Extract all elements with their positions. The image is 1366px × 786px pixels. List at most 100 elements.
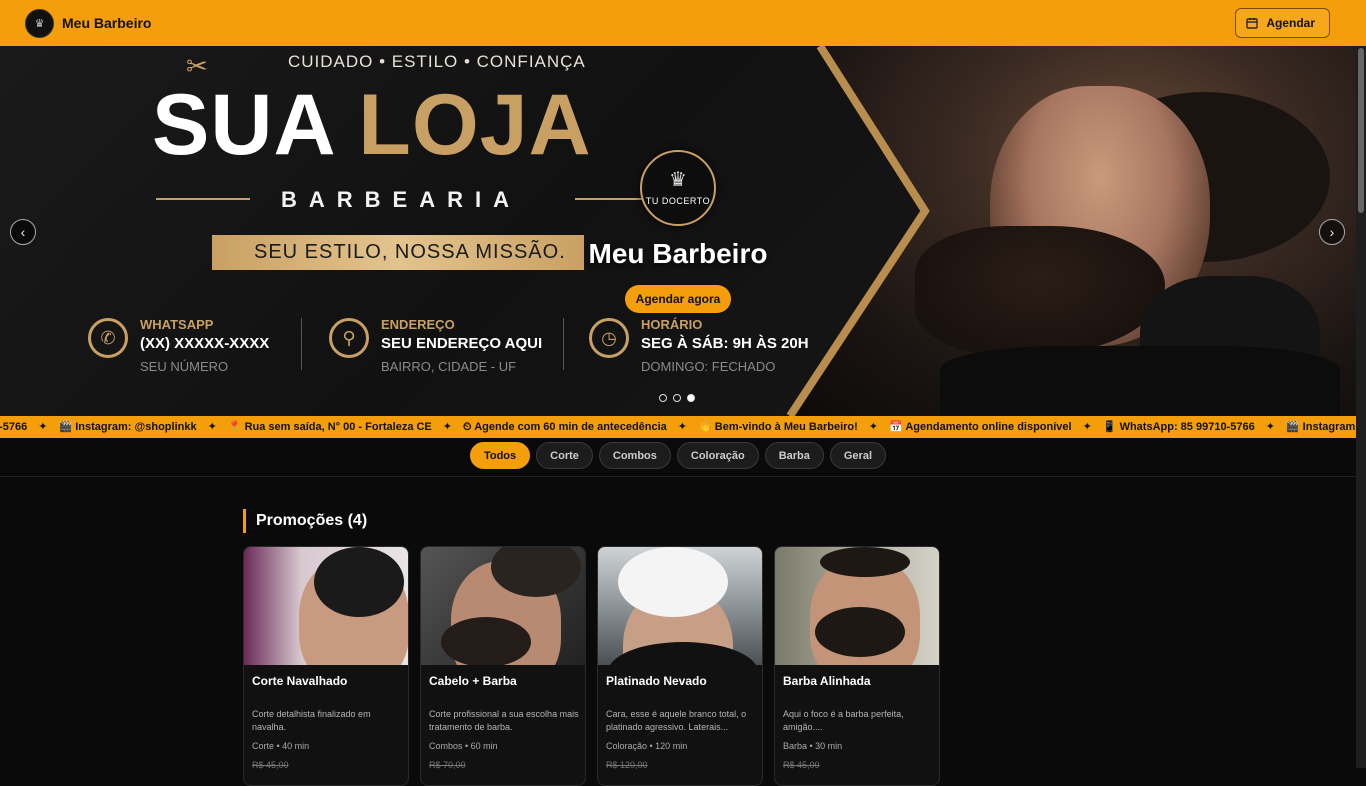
promotion-cards: Corte Navalhado Corte detalhista finaliz… — [243, 546, 940, 786]
info-divider — [563, 318, 564, 370]
promo-card[interactable]: Cabelo + Barba Corte profissional a sua … — [420, 546, 586, 786]
card-image — [244, 547, 408, 665]
card-meta: Corte • 40 min — [252, 741, 310, 751]
hero-mission: SEU ESTILO, NOSSA MISSÃO. — [212, 235, 584, 270]
ticker-separator: ✦ — [442, 421, 452, 433]
chevron-right-icon: › — [1329, 224, 1335, 240]
info-note: SEU NÚMERO — [140, 359, 229, 374]
card-description: Cara, esse é aquele branco total, o plat… — [606, 709, 747, 732]
ticker-separator: ✦ — [677, 421, 688, 433]
agendar-agora-button[interactable]: Agendar agora — [625, 285, 731, 313]
ticker-separator: ✦ — [38, 421, 48, 433]
ticker-track: 0-5766 ✦ 🎬 Instagram: @shoplinkk ✦ 📍 Rua sem… — [0, 416, 1356, 438]
barber-crown-logo[interactable]: ♛ — [25, 8, 54, 38]
info-value: SEG À SÁB: 9H ÀS 20H — [641, 335, 809, 352]
divider-line — [575, 198, 645, 200]
card-image — [775, 547, 939, 665]
card-price: R$ 70,00 — [429, 760, 466, 770]
ticker-item: 🎬 Instagram: @shopl — [1285, 421, 1356, 433]
card-meta: Combos • 60 min — [429, 741, 498, 751]
chevron-left-icon: ‹ — [20, 224, 26, 240]
clock-icon: ◷ — [589, 318, 629, 358]
ticker-separator: ✦ — [1082, 421, 1092, 433]
hero-title-part1: SUA — [152, 77, 334, 173]
card-hair — [618, 547, 728, 617]
filter-chip-coloração[interactable]: Coloração — [676, 442, 759, 469]
carousel-dots — [659, 394, 695, 402]
carousel-dot-active[interactable] — [687, 394, 695, 402]
ticker-item: 0-5766 — [0, 421, 28, 433]
card-image — [598, 547, 762, 665]
page-scrollbar[interactable] — [1356, 46, 1366, 768]
card-title: Cabelo + Barba — [429, 674, 517, 688]
hero-shop-name: Meu Barbeiro — [588, 238, 768, 269]
info-label: WHATSAPP — [140, 317, 214, 332]
brand-name: Meu Barbeiro — [62, 15, 152, 31]
filter-chip-todos[interactable]: Todos — [469, 442, 531, 469]
location-pin-icon: ⚲ — [329, 318, 369, 358]
card-description: Corte detalhista finalizado em navalha. — [252, 709, 371, 732]
card-title: Barba Alinhada — [783, 674, 871, 688]
card-hair — [820, 547, 910, 577]
promo-card[interactable]: Corte Navalhado Corte detalhista finaliz… — [243, 546, 409, 786]
hero-big-title: SUA LOJA — [152, 82, 592, 168]
card-price: R$ 45,00 — [252, 760, 289, 770]
agendar-button[interactable]: Agendar — [1235, 8, 1330, 38]
ticker-separator: ✦ — [1265, 421, 1275, 433]
agendar-label: Agendar — [1266, 16, 1315, 30]
hero-carousel: ✂ CUIDADO • ESTILO • CONFIANÇA SUA LOJA … — [0, 46, 1356, 416]
card-description: Corte profissional a sua escolha mais tr… — [429, 709, 579, 732]
ticker-item: 🎬 Instagram: @shoplinkk — [58, 421, 197, 433]
category-filters: Todos Corte Combos Coloração Barba Geral — [0, 442, 1356, 470]
ticker-item: 👋 Bem-vindo à Meu Barbeiro! — [698, 421, 858, 433]
ticker-item: 📅 Agendamento online disponível — [889, 421, 1072, 433]
shop-logo-name: TU DOCERTO — [645, 196, 711, 206]
promo-card[interactable]: Platinado Nevado Cara, esse é aquele bra… — [597, 546, 763, 786]
card-beard — [815, 607, 905, 657]
ticker-item: ⏲ Agende com 60 min de antecedência — [463, 421, 667, 433]
card-description: Aqui o foco é a barba perfeita, amigão..… — [783, 709, 904, 732]
phone-icon: ✆ — [88, 318, 128, 358]
carousel-dot[interactable] — [673, 394, 681, 402]
promo-card[interactable]: Barba Alinhada Aqui o foco é a barba per… — [774, 546, 940, 786]
calendar-icon — [1246, 18, 1258, 29]
carousel-next-button[interactable]: › — [1319, 219, 1345, 245]
card-meta: Barba • 30 min — [783, 741, 843, 751]
filter-chip-corte[interactable]: Corte — [536, 442, 593, 469]
promotions-title: Promoções (4) — [243, 509, 367, 533]
card-title: Corte Navalhado — [252, 674, 348, 688]
photo-cape — [940, 346, 1340, 416]
hero-tagline: CUIDADO • ESTILO • CONFIANÇA — [288, 52, 586, 71]
shop-logo: ♛ TU DOCERTO — [640, 150, 716, 226]
info-value: SEU ENDEREÇO AQUI — [381, 335, 543, 352]
filter-chip-barba[interactable]: Barba — [764, 442, 824, 469]
card-hair — [314, 547, 404, 617]
card-meta: Coloração • 120 min — [606, 741, 688, 751]
top-header: ♛ Meu Barbeiro Agendar — [0, 0, 1366, 46]
card-image — [421, 547, 585, 665]
info-note: DOMINGO: FECHADO — [641, 359, 776, 374]
info-label: HORÁRIO — [641, 317, 703, 332]
ticker-separator: ✦ — [868, 421, 879, 433]
ticker-item: 📍 Rua sem saída, N° 00 - Fortaleza CE — [227, 421, 432, 433]
info-value: (XX) XXXXX-XXXX — [140, 335, 270, 352]
divider — [0, 476, 1356, 477]
filter-chip-combos[interactable]: Combos — [598, 442, 671, 469]
scrollbar-thumb[interactable] — [1358, 48, 1364, 213]
card-title: Platinado Nevado — [606, 674, 707, 688]
carousel-dot[interactable] — [659, 394, 667, 402]
hero-title-part2: LOJA — [358, 77, 592, 173]
carousel-prev-button[interactable]: ‹ — [10, 219, 36, 245]
ticker-item: 📱 WhatsApp: 85 99710-5766 — [1102, 421, 1255, 433]
divider-line — [156, 198, 250, 200]
card-price: R$ 120,00 — [606, 760, 648, 770]
info-note: BAIRRO, CIDADE - UF — [381, 359, 517, 374]
hero-subtitle: BARBEARIA — [281, 187, 521, 212]
card-beard — [441, 617, 531, 665]
announcement-ticker: 0-5766 ✦ 🎬 Instagram: @shoplinkk ✦ 📍 Rua sem… — [0, 416, 1356, 438]
filter-chip-geral[interactable]: Geral — [829, 442, 887, 469]
card-price: R$ 45,00 — [783, 760, 820, 770]
info-divider — [301, 318, 302, 370]
info-label: ENDEREÇO — [381, 317, 455, 332]
crown-icon: ♛ — [669, 169, 687, 191]
